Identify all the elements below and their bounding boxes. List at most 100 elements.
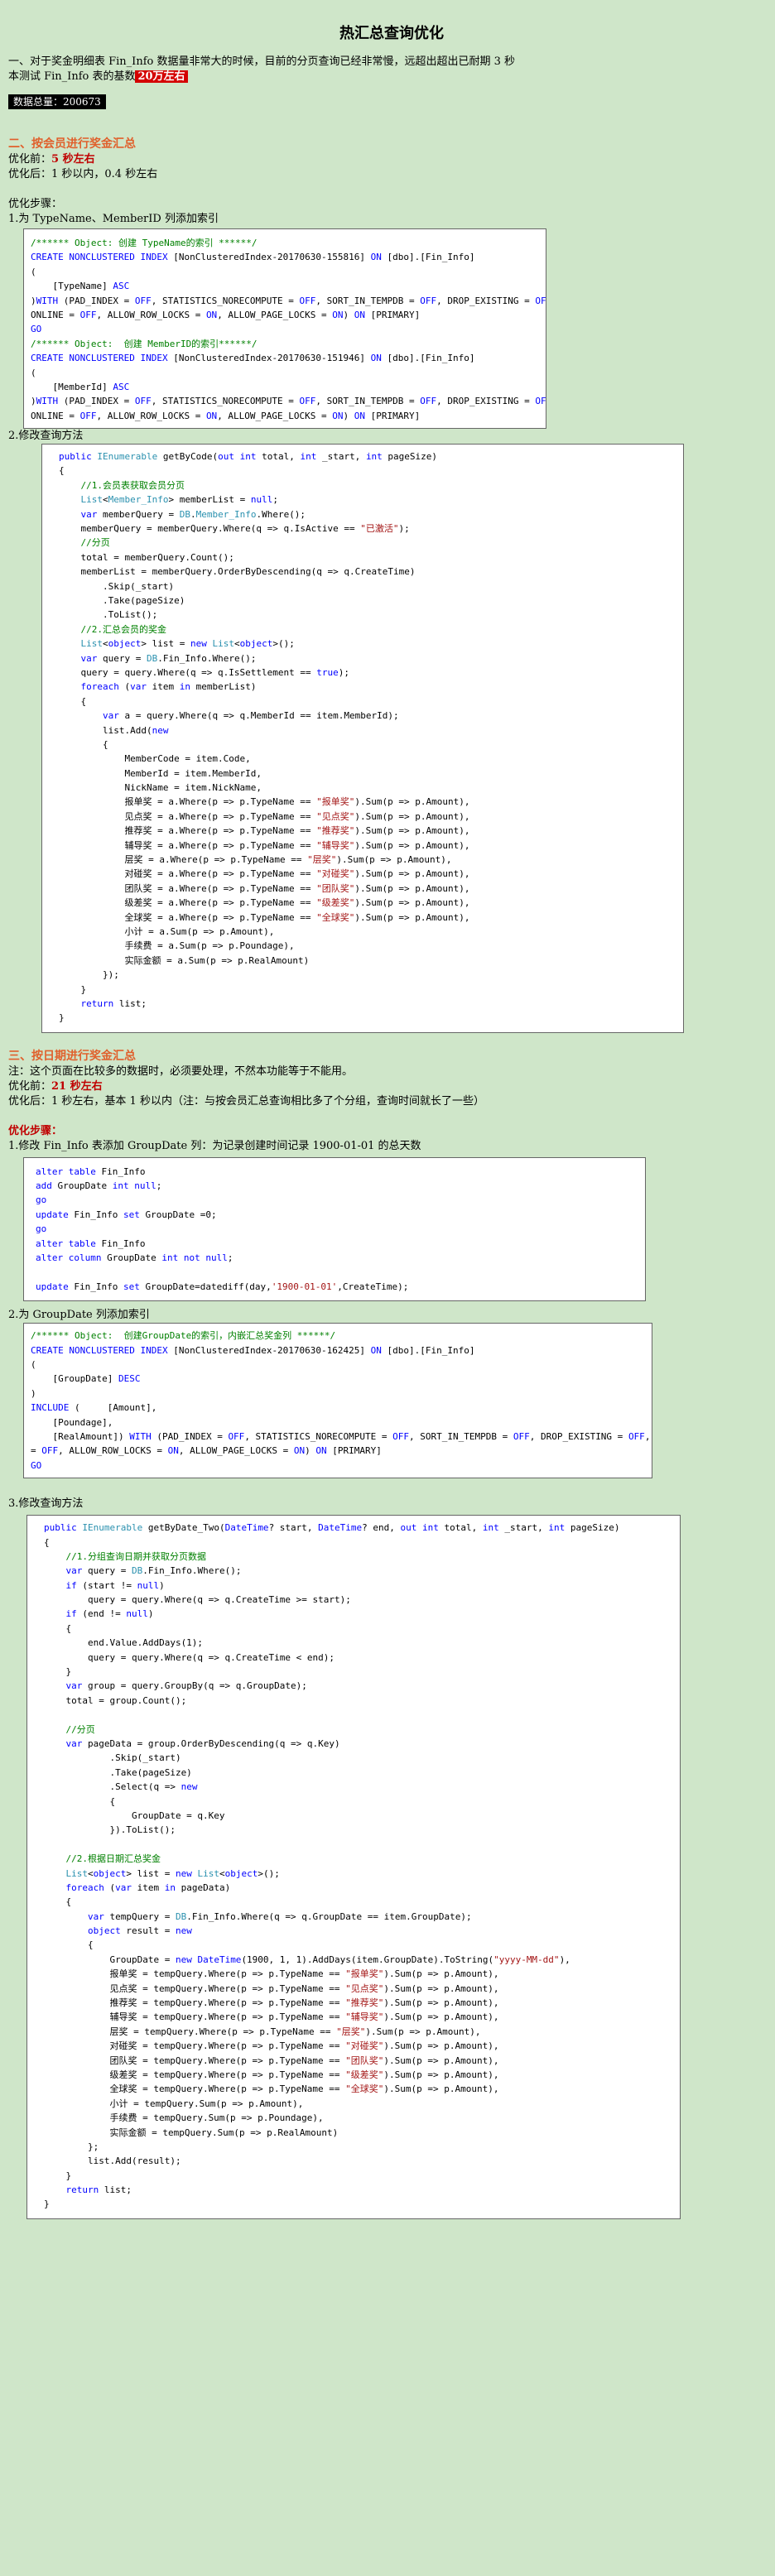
code5-line: { (44, 1896, 72, 1908)
code2-line: 见点奖 = a.Where(p => p.TypeName == "见点奖").… (59, 810, 470, 822)
section-2-steps-label: 优化步骤： (8, 198, 63, 210)
code5-line: list.Add(result); (44, 2155, 181, 2167)
code2-line: list.Add(new (59, 724, 169, 736)
code2-line: { (59, 465, 65, 477)
intro-line-1: 一、对于奖金明细表 Fin_Info 数据量非常大的时候，目前的分页查询已经非常… (8, 55, 515, 68)
code3-line: update Fin_Info set GroupDate=datediff(d… (36, 1281, 409, 1292)
document-page: 热汇总查询优化 一、对于奖金明细表 Fin_Info 数据量非常大的时候，目前的… (0, 0, 775, 2576)
code5-line: foreach (var item in pageData) (65, 1882, 231, 1893)
code5-line: List<object> list = new List<object>(); (65, 1867, 280, 1879)
code5-line: 实际金额 = tempQuery.Sum(p => p.RealAmount) (44, 2127, 339, 2138)
code5-line: } (44, 2170, 72, 2181)
code-block-index-sql: /****** Object: 创建 TypeName的索引 ******/ CR… (23, 228, 546, 430)
code5-line: //1.分组查询日期并获取分页数据 (44, 1550, 206, 1562)
code5-line: //分页 (44, 1723, 95, 1735)
code5-line: .Skip(_start) (44, 1752, 181, 1764)
code2-line: foreach (var item in memberList) (80, 681, 257, 693)
code2-line: List<object> list = new List<object>(); (80, 638, 295, 650)
code5-line: ​ (44, 1708, 675, 1722)
section-3-heading: 三、按日期进行奖金汇总 (8, 1049, 136, 1063)
section-3-steps-label: 优化步骤： (8, 1124, 63, 1137)
code5-line: 级差奖 = tempQuery.Where(p => p.TypeName ==… (44, 2069, 499, 2080)
code5-line: //2.根据日期汇总奖金 (44, 1853, 161, 1865)
code5-line: 对碰奖 = tempQuery.Where(p => p.TypeName ==… (44, 2040, 499, 2052)
code2-line: //分页 (59, 537, 110, 549)
code5-line: GroupDate = new DateTime(1900, 1, 1).Add… (44, 1954, 570, 1965)
code3-line: alter table Fin_Info (36, 1238, 146, 1249)
code5-line: var tempQuery = DB.Fin_Info.Where(q => q… (87, 1910, 472, 1922)
code2-line: 级差奖 = a.Where(p => p.TypeName == "级差奖").… (59, 897, 470, 909)
code2-line: var memberQuery = DB.Member_Info.Where()… (80, 508, 306, 520)
data-total-label: 数据总量：200673 (8, 94, 106, 109)
code2-line: 手续费 = a.Sum(p => p.Poundage), (59, 940, 295, 952)
code2-line: 实际金额 = a.Sum(p => p.RealAmount) (59, 954, 310, 966)
code5-line: }; (44, 2141, 99, 2152)
code1-line: CREATE NONCLUSTERED INDEX [NonClusteredI… (31, 353, 475, 364)
code5-line: } (44, 1666, 72, 1678)
section-3-step-2: 2.为 GroupDate 列添加索引 (8, 1309, 150, 1322)
code5-line: 报单奖 = tempQuery.Where(p => p.TypeName ==… (44, 1968, 499, 1980)
code5-line: 团队奖 = tempQuery.Where(p => p.TypeName ==… (44, 2055, 499, 2066)
code2-line: MemberId = item.MemberId, (59, 767, 262, 779)
code2-line: public IEnumerable getByCode(out int tot… (59, 451, 438, 463)
code4-line: ) (31, 1387, 36, 1399)
code4-line: GO (31, 1459, 42, 1471)
code4-line: CREATE NONCLUSTERED INDEX [NonClusteredI… (31, 1344, 475, 1356)
code2-line: //2.汇总会员的奖金 (59, 623, 166, 635)
code1-line: )WITH (PAD_INDEX = OFF, STATISTICS_NOREC… (31, 396, 546, 407)
code2-line: .ToList(); (59, 609, 158, 621)
before-value: 5 秒左右 (51, 153, 95, 166)
code4-line: [GroupDate] DESC (31, 1373, 141, 1385)
code5-line: 层奖 = tempQuery.Where(p => p.TypeName == … (44, 2026, 481, 2037)
code2-line: 全球奖 = a.Where(p => p.TypeName == "全球奖").… (59, 911, 470, 923)
code3-line: update Fin_Info set GroupDate =0; (36, 1209, 217, 1220)
code5-line: { (44, 1536, 50, 1548)
code3-line: go (36, 1194, 47, 1206)
code5-line: .Select(q => new (44, 1781, 198, 1793)
code2-line: .Skip(_start) (59, 580, 175, 592)
code5-line: { (44, 1939, 94, 1951)
code-block-getbydate: public IEnumerable getByDate_Two(DateTim… (26, 1515, 681, 2219)
code5-line: if (start != null) (65, 1579, 165, 1591)
code5-line: 见点奖 = tempQuery.Where(p => p.TypeName ==… (44, 1982, 499, 1994)
code2-line: 小计 = a.Sum(p => p.Amount), (59, 925, 275, 937)
code1-line: /****** Object: 创建 MemberID的索引******/ (31, 338, 258, 349)
section-2-step-1: 1.为 TypeName、MemberID 列添加索引 (8, 213, 219, 225)
code2-line: total = memberQuery.Count(); (59, 551, 234, 563)
code-block-alter-table: alter table Fin_Info add GroupDate int nu… (23, 1156, 646, 1302)
code4-line: INCLUDE ( [Amount], (31, 1402, 157, 1414)
section-2-step-2: 2.修改查询方法 (8, 430, 84, 443)
code2-line: 辅导奖 = a.Where(p => p.TypeName == "辅导奖").… (59, 839, 470, 851)
code1-line: [MemberId] ASC (31, 381, 130, 392)
code2-line: var query = DB.Fin_Info.Where(); (80, 652, 257, 664)
code1-line: [TypeName] ASC (31, 281, 130, 292)
code5-line: 全球奖 = tempQuery.Where(p => p.TypeName ==… (44, 2083, 499, 2095)
code5-line: 推荐奖 = tempQuery.Where(p => p.TypeName ==… (44, 1997, 499, 2009)
code5-line: var group = query.GroupBy(q => q.GroupDa… (65, 1680, 307, 1692)
code1-line: ONLINE = OFF, ALLOW_ROW_LOCKS = ON, ALLO… (31, 309, 421, 320)
code2-line: MemberCode = item.Code, (59, 753, 251, 765)
code2-line: var a = query.Where(q => q.MemberId == i… (102, 710, 399, 722)
code2-line: memberList = memberQuery.OrderByDescendi… (59, 566, 416, 578)
code5-line: .Take(pageSize) (44, 1766, 192, 1778)
code2-line: }); (59, 969, 119, 981)
intro-line-2-text: 本测试 Fin_Info 表的基数 (8, 70, 136, 83)
code4-line: = OFF, ALLOW_ROW_LOCKS = ON, ALLOW_PAGE_… (31, 1445, 382, 1457)
code5-line: 小计 = tempQuery.Sum(p => p.Amount), (44, 2098, 304, 2109)
code2-line: 层奖 = a.Where(p => p.TypeName == "层奖").Su… (59, 854, 452, 866)
code4-line: ( (31, 1359, 36, 1370)
intro-line-2: 本测试 Fin_Info 表的基数 20万左右 (8, 70, 775, 84)
code3-line: go (36, 1223, 47, 1235)
code5-line: public IEnumerable getByDate_Two(DateTim… (44, 1522, 620, 1534)
code2-line: return list; (80, 997, 147, 1009)
code2-line: query = query.Where(q => q.IsSettlement … (59, 666, 350, 678)
code1-line: ONLINE = OFF, ALLOW_ROW_LOCKS = ON, ALLO… (31, 410, 421, 421)
section-3-step-1: 1.修改 Fin_Info 表添加 GroupDate 列：为记录创建时间记录 … (8, 1139, 421, 1152)
record-count-highlight: 20万左右 (135, 70, 188, 83)
code2-line: //1.会员表获取会员分页 (59, 479, 185, 491)
code4-line: /****** Object: 创建GroupDate的索引，内嵌汇总奖金列 *… (31, 1330, 336, 1342)
code5-line: return list; (65, 2184, 132, 2196)
code3-line: alter table Fin_Info (36, 1165, 146, 1177)
code4-line: [RealAmount]) WITH (PAD_INDEX = OFF, STA… (31, 1430, 651, 1442)
code4-line: [Poundage], (31, 1416, 113, 1428)
